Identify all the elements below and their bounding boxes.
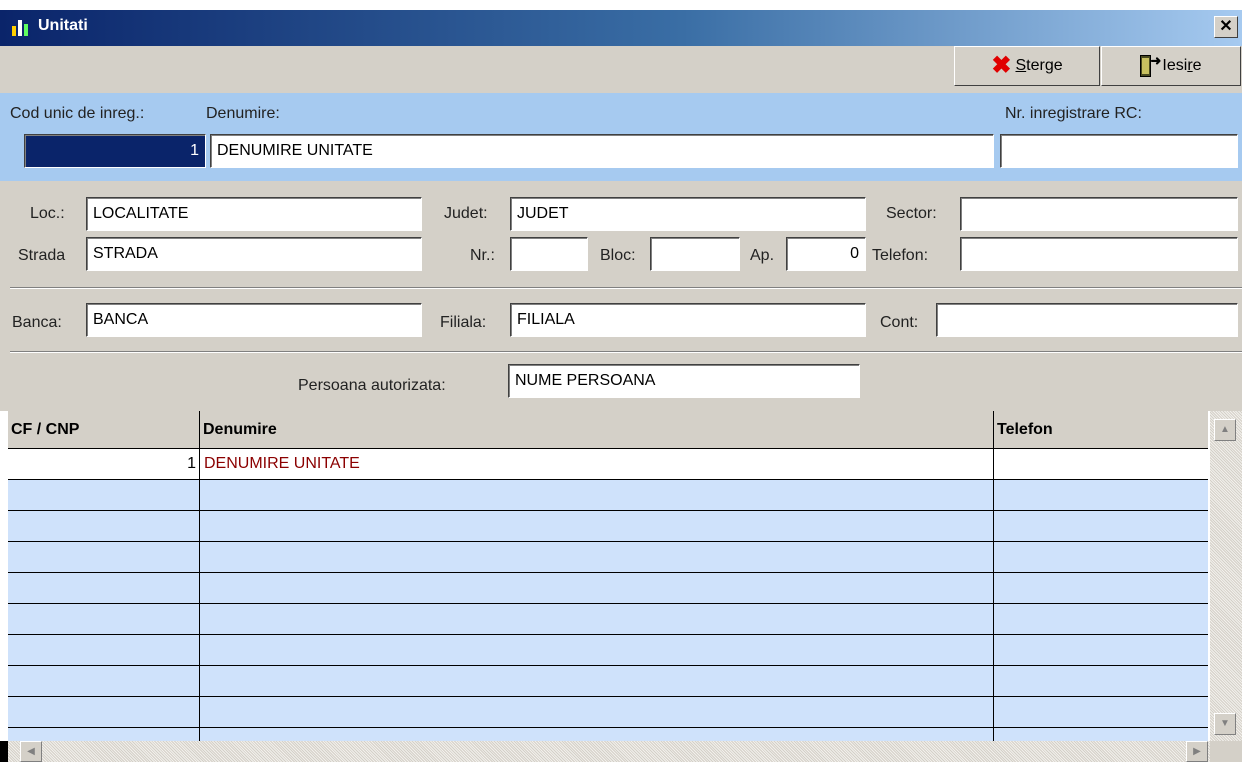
nr-rc-label: Nr. inregistrare RC: [1005, 105, 1142, 122]
delete-x-icon: ✖ [991, 52, 1012, 79]
ap-input[interactable]: 0 [786, 237, 866, 271]
table-row[interactable] [8, 604, 1208, 635]
table-row[interactable] [8, 480, 1208, 511]
table-row[interactable] [8, 573, 1208, 604]
banca-label: Banca: [12, 314, 62, 331]
denumire-input[interactable]: DENUMIRE UNITATE [210, 134, 994, 168]
column-header-cf-cnp[interactable]: CF / CNP [8, 411, 200, 449]
iesire-label-end: e [1192, 57, 1202, 74]
ap-label: Ap. [750, 247, 775, 264]
sector-input[interactable] [960, 197, 1238, 231]
scroll-up-icon[interactable]: ▲ [1214, 419, 1236, 441]
sterge-label: terge [1026, 57, 1063, 74]
exit-door-icon: ➜ [1140, 53, 1161, 77]
nr-input[interactable] [510, 237, 588, 271]
iesire-label: Iesi [1162, 57, 1188, 74]
table-row[interactable] [8, 635, 1208, 666]
filiala-label: Filiala: [440, 314, 487, 331]
column-header-telefon[interactable]: Telefon [993, 411, 1208, 449]
table-row[interactable] [8, 697, 1208, 728]
strada-input[interactable]: STRADA [86, 237, 422, 271]
banca-input[interactable]: BANCA [86, 303, 422, 337]
telefon-input[interactable] [960, 237, 1238, 271]
sector-label: Sector: [886, 205, 937, 222]
separator [10, 287, 1242, 289]
judet-input[interactable]: JUDET [510, 197, 866, 231]
loc-label: Loc.: [30, 205, 65, 222]
persoana-autorizata-label: Persoana autorizata: [298, 377, 446, 394]
persoana-autorizata-input[interactable]: NUME PERSOANA [508, 364, 860, 398]
cont-input[interactable] [936, 303, 1238, 337]
scroll-down-icon[interactable]: ▼ [1214, 713, 1236, 735]
bloc-input[interactable] [650, 237, 740, 271]
unit-header-panel: Cod unic de inreg.: Denumire: Nr. inregi… [0, 93, 1242, 181]
vertical-scrollbar[interactable]: ▲ ▼ [1210, 411, 1242, 741]
denumire-label: Denumire: [206, 105, 280, 122]
window-title-bar[interactable]: Unitati ✕ [0, 10, 1242, 46]
scrollbar-corner [1210, 741, 1242, 762]
sterge-button[interactable]: ✖ Sterge [954, 46, 1100, 86]
scroll-left-icon[interactable]: ◀ [20, 741, 42, 762]
bloc-label: Bloc: [600, 247, 636, 264]
table-row[interactable] [8, 728, 1208, 741]
window-title: Unitati [38, 17, 88, 34]
cell-cf-cnp[interactable]: 1 [8, 449, 200, 479]
cont-label: Cont: [880, 314, 919, 331]
iesire-button[interactable]: ➜ Iesire [1101, 46, 1241, 86]
telefon-label: Telefon: [872, 247, 929, 264]
localitate-input[interactable]: LOCALITATE [86, 197, 422, 231]
separator [10, 351, 1242, 353]
details-panel: Loc.: LOCALITATE Judet: JUDET Sector: St… [0, 181, 1242, 411]
units-grid[interactable]: CF / CNP Denumire Telefon 1 DENUMIRE UNI… [8, 411, 1242, 741]
nr-rc-input[interactable] [1000, 134, 1238, 168]
sterge-label-accel: S [1015, 57, 1027, 74]
chart-app-icon [12, 18, 32, 36]
table-row[interactable]: 1 DENUMIRE UNITATE [8, 449, 1208, 480]
close-button[interactable]: ✕ [1214, 16, 1238, 38]
cod-unic-input[interactable]: 1 [24, 134, 206, 168]
cell-denumire[interactable]: DENUMIRE UNITATE [199, 449, 994, 479]
column-header-denumire[interactable]: Denumire [199, 411, 995, 449]
grid-header: CF / CNP Denumire Telefon [8, 411, 1208, 449]
table-row[interactable] [8, 666, 1208, 697]
cod-unic-label: Cod unic de inreg.: [10, 105, 145, 122]
filiala-input[interactable]: FILIALA [510, 303, 866, 337]
judet-label: Judet: [444, 205, 488, 222]
table-row[interactable] [8, 542, 1208, 573]
table-row[interactable] [8, 511, 1208, 542]
horizontal-scrollbar[interactable]: ◀ ▶ [8, 741, 1210, 762]
toolbar: ✖ Sterge ➜ Iesire [0, 46, 1242, 93]
cell-telefon[interactable] [993, 449, 1208, 479]
nr-label: Nr.: [470, 247, 495, 264]
strada-label: Strada [18, 247, 66, 264]
scroll-right-icon[interactable]: ▶ [1186, 741, 1208, 762]
